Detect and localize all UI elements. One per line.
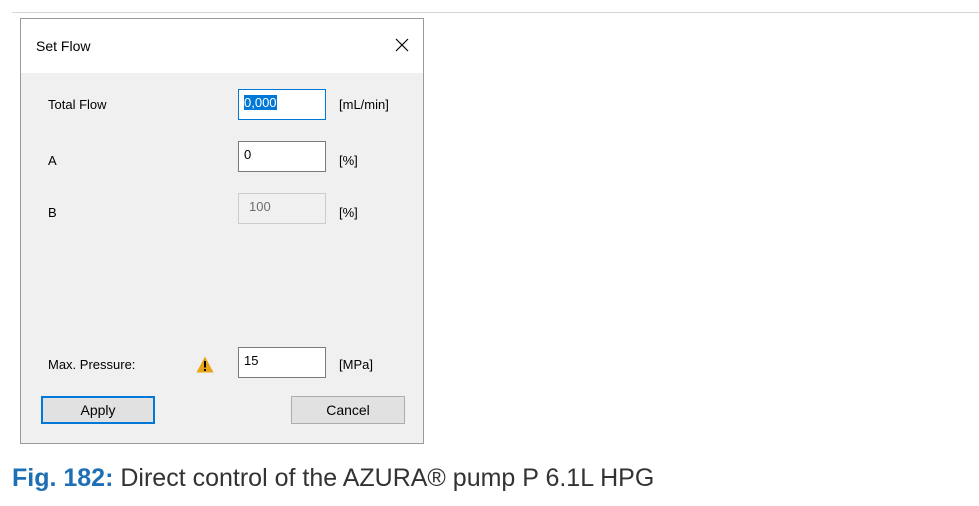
b-label: B: [48, 205, 57, 220]
set-flow-dialog: Set Flow Total Flow 0,000 [mL/min] A 0 […: [20, 18, 424, 444]
figure-caption: Fig. 182: Direct control of the AZURA® p…: [12, 464, 654, 493]
a-label: A: [48, 153, 57, 168]
close-icon: [395, 38, 409, 52]
a-value: 0: [244, 147, 252, 162]
dialog-titlebar: Set Flow: [21, 19, 423, 73]
b-input: 100: [238, 193, 326, 224]
cancel-button[interactable]: Cancel: [291, 396, 405, 424]
max-pressure-input[interactable]: 15: [238, 347, 326, 378]
dialog-title: Set Flow: [36, 38, 91, 54]
total-flow-input[interactable]: 0,000: [238, 89, 326, 120]
apply-button[interactable]: Apply: [41, 396, 155, 424]
close-button[interactable]: [391, 34, 413, 56]
max-pressure-label: Max. Pressure:: [48, 357, 136, 372]
max-pressure-value: 15: [244, 353, 259, 368]
max-pressure-unit: [MPa]: [339, 357, 373, 372]
a-unit: [%]: [339, 153, 358, 168]
total-flow-value: 0,000: [244, 95, 277, 110]
a-input[interactable]: 0: [238, 141, 326, 172]
total-flow-unit: [mL/min]: [339, 97, 389, 112]
total-flow-label: Total Flow: [48, 97, 107, 112]
figure-caption-text: Direct control of the AZURA® pump P 6.1L…: [120, 464, 655, 492]
b-value: 100: [249, 199, 271, 214]
warning-icon: [196, 356, 214, 373]
b-unit: [%]: [339, 205, 358, 220]
figure-number: Fig. 182:: [12, 464, 114, 492]
